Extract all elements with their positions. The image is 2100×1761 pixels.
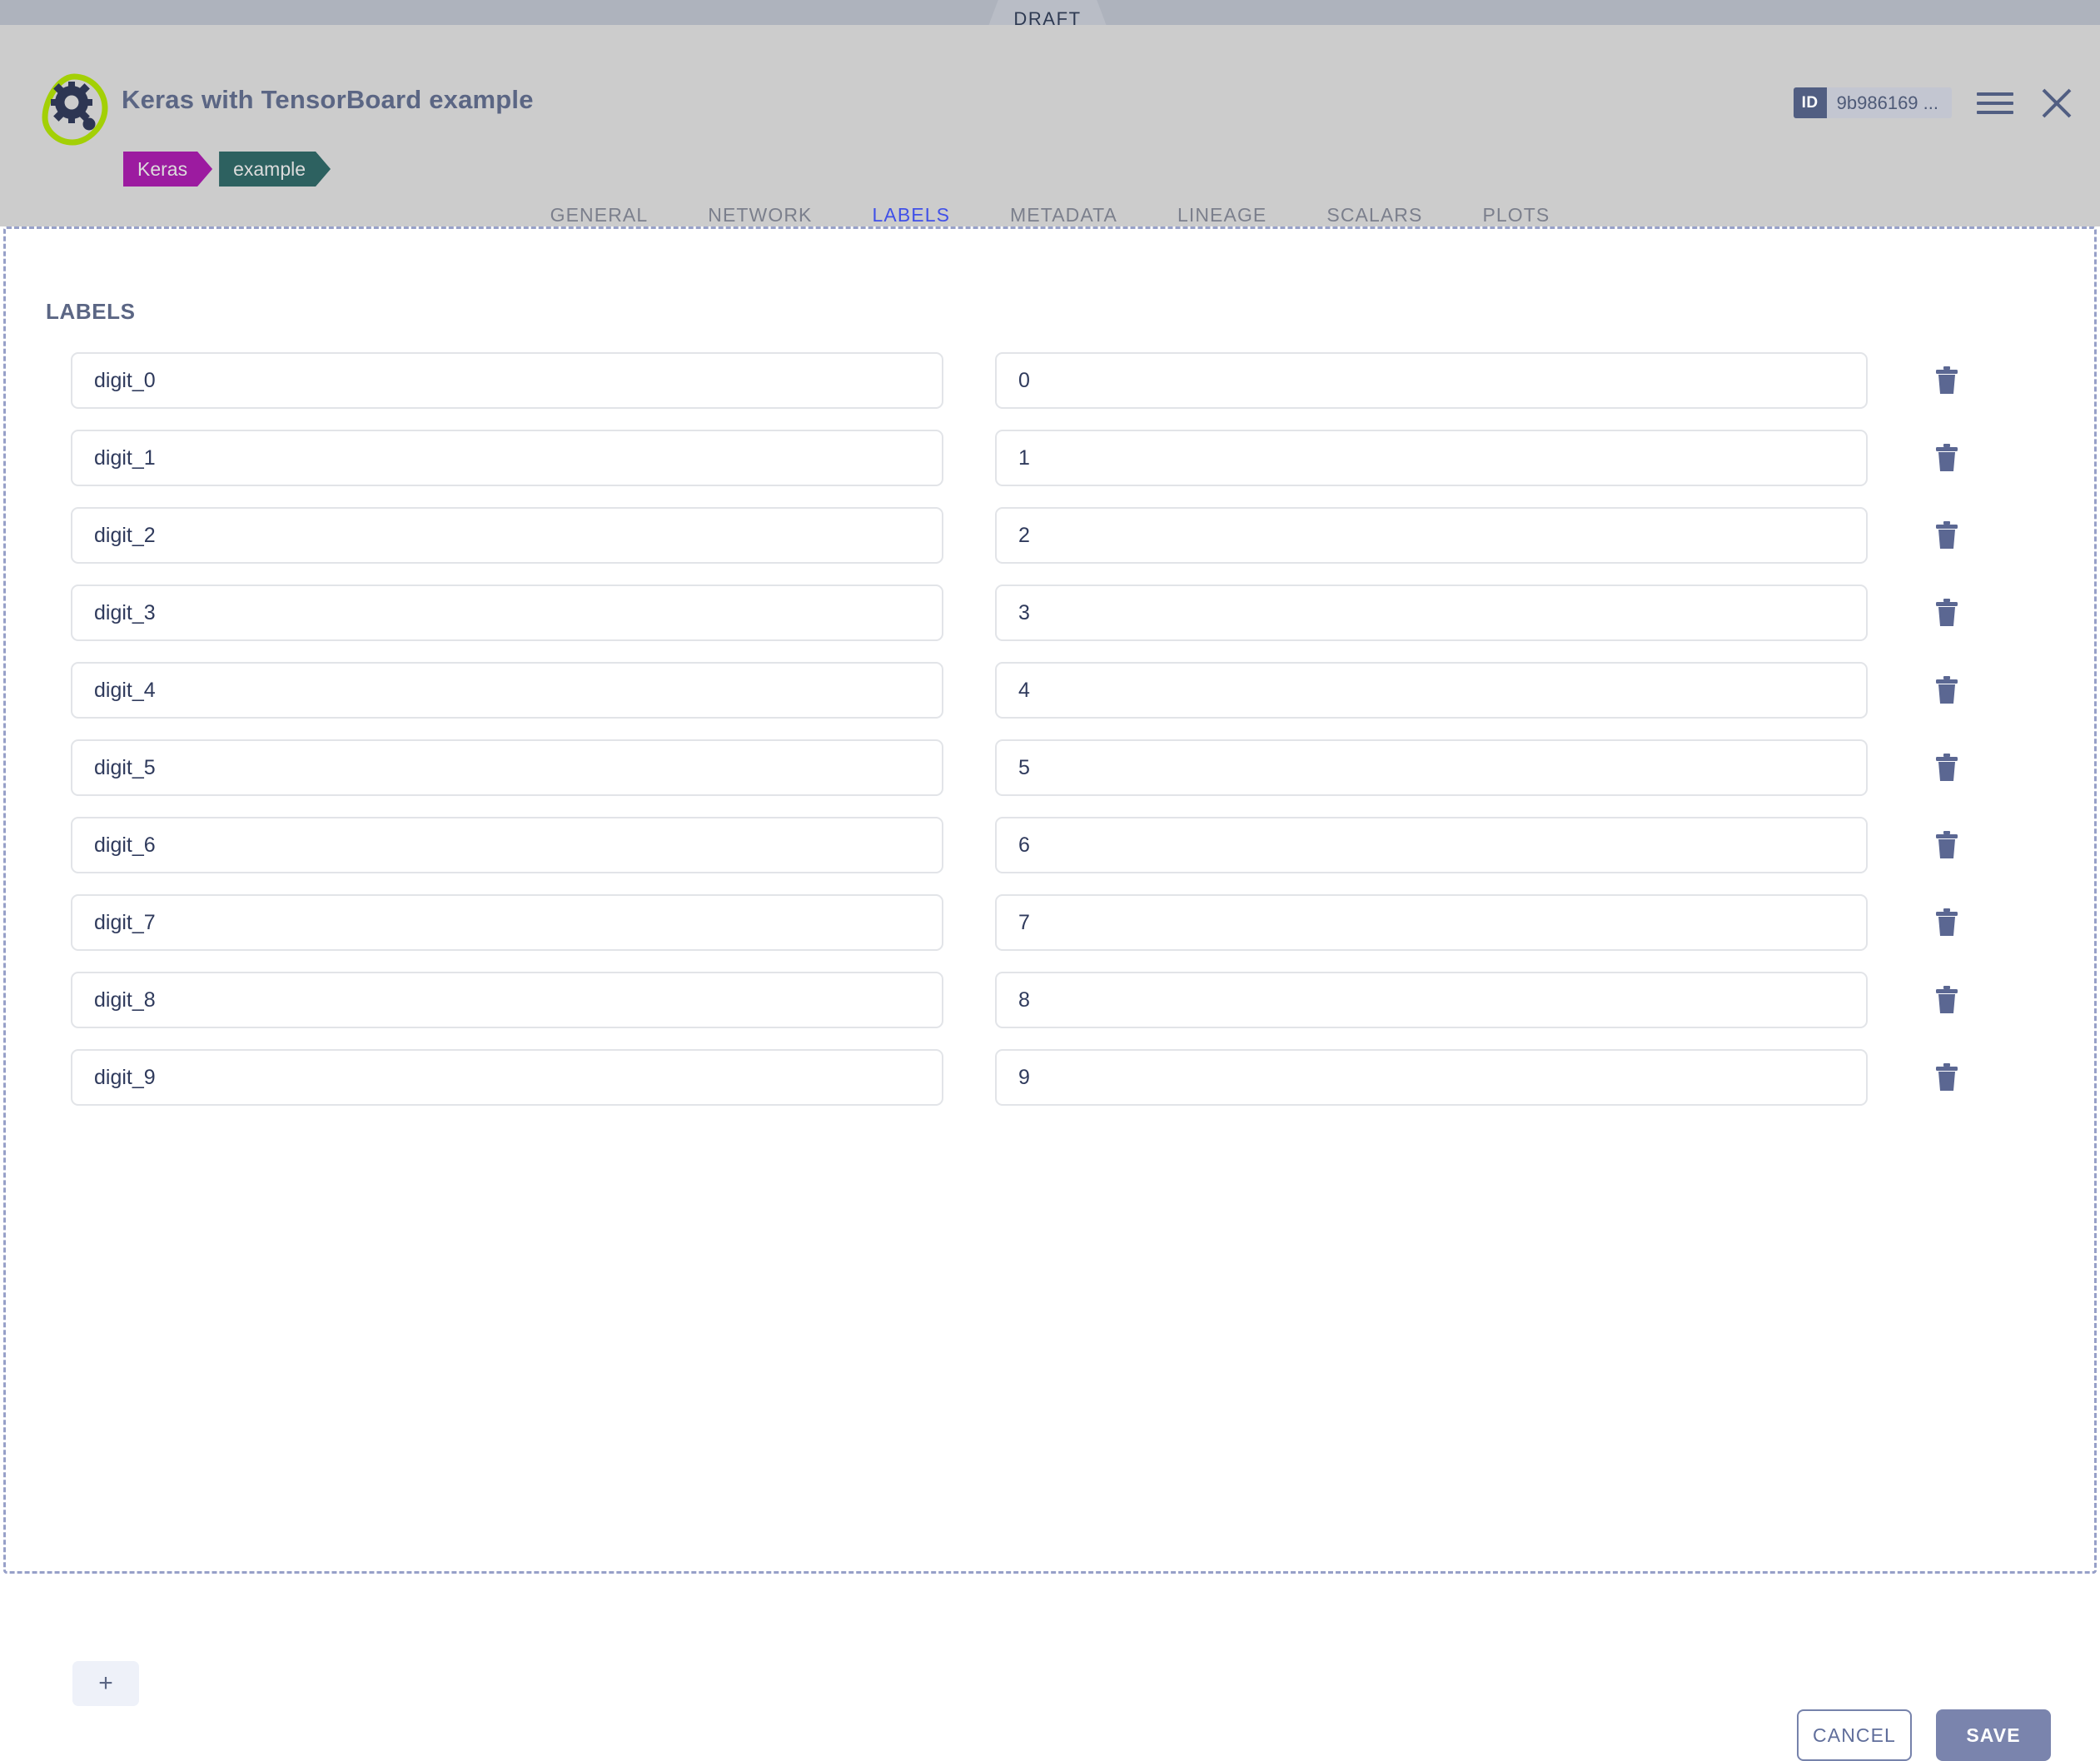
- trash-icon-glyph: [1936, 444, 1958, 471]
- label-key-input[interactable]: [71, 585, 943, 641]
- label-key-input[interactable]: [71, 430, 943, 486]
- close-icon[interactable]: [2038, 85, 2075, 122]
- tag-keras[interactable]: Keras: [123, 152, 212, 187]
- trash-icon-glyph: [1936, 908, 1958, 936]
- delete-label-button[interactable]: [1901, 521, 1993, 550]
- delete-label-button[interactable]: [1901, 444, 1993, 472]
- gear-teardrop-logo-icon: [35, 71, 112, 147]
- label-value-input[interactable]: [995, 507, 1868, 564]
- add-label-button[interactable]: +: [72, 1661, 139, 1706]
- section-title: LABELS: [46, 299, 136, 324]
- label-key-input[interactable]: [71, 662, 943, 719]
- menu-line: [1977, 102, 2013, 105]
- delete-label-button[interactable]: [1901, 366, 1993, 395]
- delete-label-button[interactable]: [1901, 908, 1993, 937]
- trash-icon-glyph: [1936, 986, 1958, 1013]
- label-value-input[interactable]: [995, 894, 1868, 951]
- trash-icon-glyph: [1936, 599, 1958, 626]
- label-key-input[interactable]: [71, 352, 943, 409]
- table-row: [71, 739, 2028, 796]
- header-bar: Keras with TensorBoard example Keras exa…: [0, 25, 2100, 245]
- trash-icon-glyph: [1936, 1063, 1958, 1091]
- trash-icon-glyph: [1936, 676, 1958, 704]
- label-key-input[interactable]: [71, 972, 943, 1028]
- hamburger-menu-icon[interactable]: [1977, 88, 2013, 118]
- table-row: [71, 894, 2028, 951]
- label-value-input[interactable]: [995, 817, 1868, 873]
- id-badge-value: 9b986169 ...: [1836, 92, 1938, 113]
- footer-actions: CANCEL SAVE: [1797, 1709, 2051, 1761]
- menu-line: [1977, 92, 2013, 96]
- label-value-input[interactable]: [995, 662, 1868, 719]
- label-key-input[interactable]: [71, 507, 943, 564]
- label-value-input[interactable]: [995, 1049, 1868, 1106]
- tag-label: example: [233, 157, 306, 180]
- label-value-input[interactable]: [995, 972, 1868, 1028]
- label-key-input[interactable]: [71, 1049, 943, 1106]
- delete-label-button[interactable]: [1901, 599, 1993, 627]
- tag-label: Keras: [137, 157, 188, 180]
- labels-table: [71, 352, 2028, 1127]
- table-row: [71, 507, 2028, 564]
- trash-icon-glyph: [1936, 831, 1958, 858]
- tag-example[interactable]: example: [219, 152, 331, 187]
- page-title: Keras with TensorBoard example: [122, 85, 534, 114]
- table-row: [71, 972, 2028, 1028]
- label-value-input[interactable]: [995, 739, 1868, 796]
- table-row: [71, 817, 2028, 873]
- table-row: [71, 585, 2028, 641]
- delete-label-button[interactable]: [1901, 754, 1993, 782]
- delete-label-button[interactable]: [1901, 1063, 1993, 1092]
- label-key-input[interactable]: [71, 817, 943, 873]
- id-badge[interactable]: ID 9b986169 ...: [1793, 87, 1952, 118]
- menu-line: [1977, 111, 2013, 114]
- delete-label-button[interactable]: [1901, 986, 1993, 1014]
- cancel-button[interactable]: CANCEL: [1797, 1709, 1912, 1761]
- label-value-input[interactable]: [995, 352, 1868, 409]
- delete-label-button[interactable]: [1901, 831, 1993, 859]
- save-button[interactable]: SAVE: [1936, 1709, 2051, 1761]
- label-value-input[interactable]: [995, 430, 1868, 486]
- delete-label-button[interactable]: [1901, 676, 1993, 704]
- label-key-input[interactable]: [71, 739, 943, 796]
- id-badge-key: ID: [1793, 87, 1827, 118]
- trash-icon-glyph: [1936, 366, 1958, 394]
- labels-panel: LABELS + CANCEL SAVE: [3, 226, 2097, 1761]
- table-row: [71, 662, 2028, 719]
- label-value-input[interactable]: [995, 585, 1868, 641]
- table-row: [71, 352, 2028, 409]
- table-row: [71, 1049, 2028, 1106]
- label-key-input[interactable]: [71, 894, 943, 951]
- trash-icon-glyph: [1936, 754, 1958, 781]
- trash-icon-glyph: [1936, 521, 1958, 549]
- table-row: [71, 430, 2028, 486]
- tag-list: Keras example: [123, 152, 331, 187]
